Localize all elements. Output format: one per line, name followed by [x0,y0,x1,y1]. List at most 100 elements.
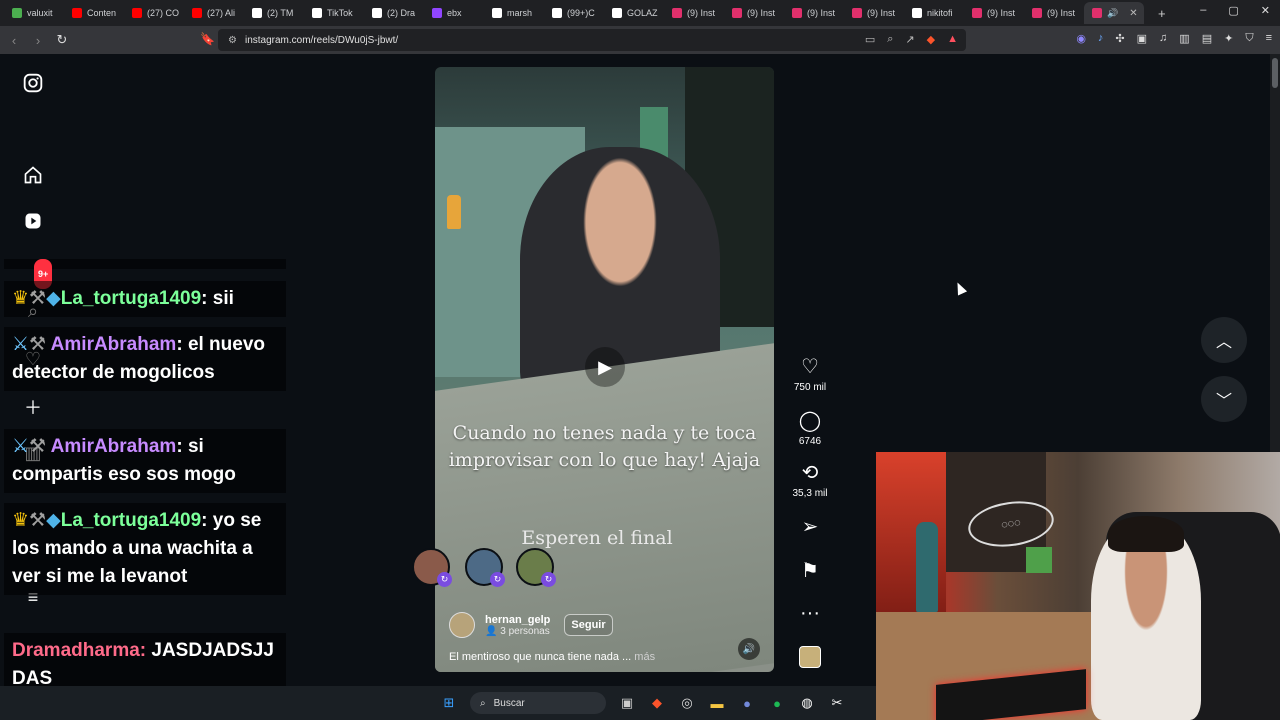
forward-icon[interactable]: › [28,33,48,48]
close-tab-icon[interactable]: ✕ [1129,8,1137,19]
sidebar-icon[interactable]: ▥ [1179,32,1189,45]
close-window-icon[interactable]: ✕ [1261,4,1270,17]
browser-tab[interactable]: (2) Dra [364,2,424,24]
minimize-icon[interactable]: – [1200,4,1206,17]
browser-tab[interactable]: (9) Inst [1024,2,1084,24]
browser-tab[interactable]: (99+)C [544,2,604,24]
browser-tab[interactable]: TikTok [304,2,364,24]
follow-button[interactable]: Seguir [564,614,613,636]
author-avatar[interactable] [449,612,475,638]
home-icon[interactable] [22,164,44,186]
collab-badge-icon: ↻ [437,572,452,587]
audio-playing-icon[interactable]: 🔊 [1107,8,1118,19]
leo-icon[interactable]: ✦ [1224,32,1233,45]
windows-start-icon[interactable]: ⊞ [440,694,458,712]
browser-tab[interactable]: (9) Inst [784,2,844,24]
browser-tab[interactable]: (9) Inst [664,2,724,24]
tab-favicon-icon [192,8,202,18]
comment-icon[interactable]: ◯ [785,410,835,432]
collaborators-count[interactable]: 👤 3 personas [485,626,550,637]
repost-icon[interactable]: ⟲ [785,462,835,484]
bookmark-icon[interactable]: 🔖 [200,32,215,46]
next-reel-button[interactable]: ﹀ [1201,376,1247,422]
repost-action[interactable]: ⟲ 35,3 mil [785,462,835,499]
pickaxe-badge-icon: ⚒ [29,510,47,531]
more-link[interactable]: más [634,651,655,663]
task-view-icon[interactable]: ▣ [618,694,636,712]
like-action[interactable]: ♡ 750 mil [785,356,835,393]
scrollbar-thumb[interactable] [1272,58,1278,88]
collaborator-avatar[interactable]: ↻ [412,548,452,587]
tab-favicon-icon [252,8,262,18]
url-text[interactable]: instagram.com/reels/DWu0jS-jbwt/ [245,35,398,46]
collaborator-avatar[interactable]: ↻ [516,548,556,587]
author-name[interactable]: hernan_gelp [485,614,550,626]
collaborator-avatar[interactable]: ↻ [465,548,505,587]
save-action[interactable]: ⚑ [785,560,835,582]
video-object [447,195,461,229]
more-dots-icon[interactable]: ··· [785,602,835,624]
volume-icon[interactable]: 🔊 [738,638,760,660]
maximize-icon[interactable]: ▢ [1228,4,1238,17]
zoom-icon[interactable]: ⌕ [887,33,893,46]
tab-favicon-icon [852,8,862,18]
brave-browser-icon[interactable]: ◆ [648,694,666,712]
reposts-count: 35,3 mil [792,488,828,499]
comment-action[interactable]: ◯ 6746 [785,410,835,447]
tab-favicon-icon [312,8,322,18]
chat-message: ♛⚒◆La_tortuga1409: sii [4,281,286,317]
brave-shield-icon[interactable]: ◆ [927,33,935,46]
tab-label: nikitofi [927,8,953,18]
browser-tab[interactable]: nikitofi [904,2,964,24]
address-bar[interactable]: 🔖 ⚙ instagram.com/reels/DWu0jS-jbwt/ ▭ ⌕… [200,29,966,51]
new-tab-icon[interactable]: + [1158,6,1166,21]
tab-label: (9) Inst [1047,8,1076,18]
back-icon[interactable]: ‹ [4,33,24,48]
obs-icon[interactable]: ◍ [798,694,816,712]
browser-tab[interactable]: (9) Inst [724,2,784,24]
instagram-logo-icon[interactable] [22,72,44,94]
site-info-icon[interactable]: ⚙ [228,35,237,46]
browser-tab[interactable]: (2) TM [244,2,304,24]
browser-tab[interactable]: (9) Inst [844,2,904,24]
heart-icon[interactable]: ♡ [785,356,835,378]
reload-icon[interactable]: ↻ [52,32,72,48]
share-action[interactable]: ➢ [785,516,835,538]
tab-favicon-icon [912,8,922,18]
browser-tab-active[interactable]: 🔊 ✕ [1084,2,1144,24]
browser-tab[interactable]: GOLAZ [604,2,664,24]
wallet-icon[interactable]: ▤ [1202,32,1212,45]
browser-tab[interactable]: Conten [64,2,124,24]
capcut-icon[interactable]: ✂ [828,694,846,712]
more-options[interactable]: ··· [785,602,835,624]
previous-reel-button[interactable]: ︿ [1201,317,1247,363]
menu-icon[interactable]: ≡ [1266,32,1272,45]
reels-icon[interactable] [22,210,44,232]
browser-tab[interactable]: (9) Inst [964,2,1024,24]
tab-label: (27) CO [147,8,180,18]
file-explorer-icon[interactable]: ▬ [708,694,726,712]
browser-tab[interactable]: ebx [424,2,484,24]
music-icon[interactable]: ♫ [1159,32,1167,45]
spotify-icon[interactable]: ● [768,694,786,712]
discord-icon[interactable]: ● [738,694,756,712]
brave-rewards-icon[interactable]: ▲ [947,33,958,46]
play-icon[interactable]: ▶ [585,347,625,387]
audio-thumbnail[interactable] [799,646,821,668]
browser-tab[interactable]: valuxit [4,2,64,24]
share-icon[interactable]: ↗ [905,33,914,46]
audio-icon[interactable]: ♪ [1098,32,1104,45]
app-icon[interactable]: ◎ [678,694,696,712]
browser-tab[interactable]: marsh [484,2,544,24]
bookmark-icon[interactable]: ⚑ [785,560,835,582]
browser-tab[interactable]: (27) CO [124,2,184,24]
browser-tab[interactable]: (27) Ali [184,2,244,24]
vpn-icon[interactable]: ⛉ [1245,32,1253,45]
screenshot-icon[interactable]: ▣ [1137,32,1147,45]
send-icon[interactable]: ➢ [785,516,835,538]
extension-icon[interactable]: ◉ [1076,32,1086,45]
puzzle-icon[interactable]: ✣ [1115,32,1124,45]
taskbar-search[interactable]: ⌕ Buscar [470,692,606,714]
mouse-cursor-icon [952,280,968,296]
cast-icon[interactable]: ▭ [865,33,875,46]
